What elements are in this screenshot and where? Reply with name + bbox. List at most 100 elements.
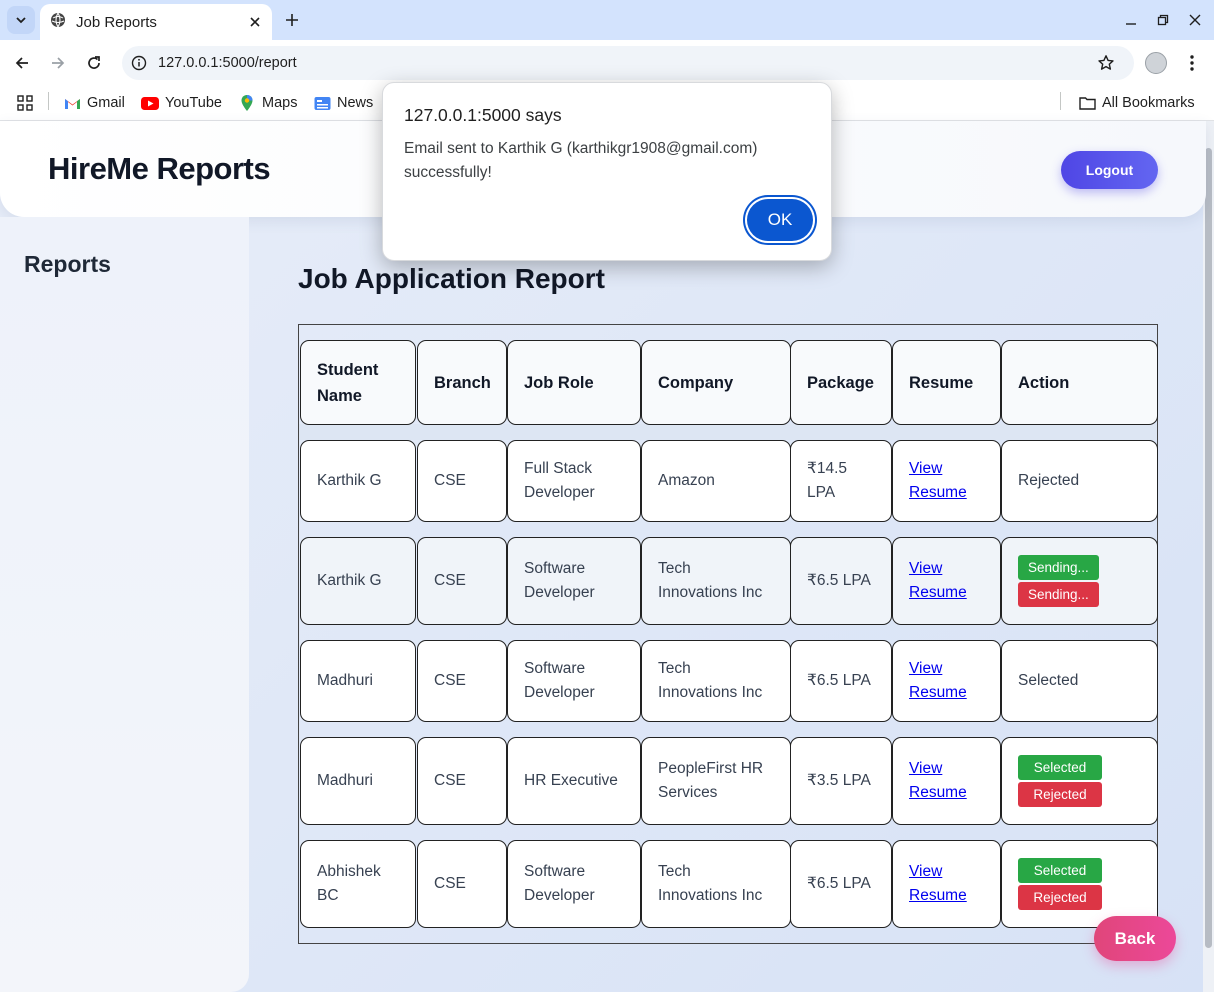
table-cell-company: Tech Innovations Inc	[641, 640, 791, 722]
gmail-icon	[63, 94, 81, 112]
globe-icon	[50, 12, 66, 33]
view-resume-link[interactable]: View Resume	[909, 557, 984, 605]
youtube-icon	[141, 94, 159, 112]
forward-arrow-icon[interactable]	[46, 51, 70, 75]
reject-button[interactable]: Rejected	[1018, 885, 1102, 910]
site-info-icon[interactable]	[130, 54, 148, 72]
back-button[interactable]: Back	[1094, 916, 1176, 961]
view-resume-link[interactable]: View Resume	[909, 457, 984, 505]
profile-avatar[interactable]	[1145, 52, 1167, 74]
all-bookmarks[interactable]: All Bookmarks	[1078, 90, 1195, 116]
bookmark-label: Maps	[262, 95, 298, 111]
sending-button[interactable]: Sending...	[1018, 555, 1099, 580]
table-cell-job-role: HR Executive	[507, 737, 641, 825]
news-icon	[313, 94, 331, 112]
table-cell-package: ₹6.5 LPA	[790, 640, 892, 722]
bookmark-label: Gmail	[87, 95, 125, 111]
alert-dialog: 127.0.0.1:5000 says Email sent to Karthi…	[382, 82, 832, 261]
table-cell-student-name: Abhishek BC	[300, 840, 416, 928]
status-text: Selected	[1018, 672, 1079, 689]
column-header-package: Package	[790, 340, 892, 425]
tab-title: Job Reports	[76, 13, 157, 31]
bookmark-gmail[interactable]: Gmail	[63, 90, 125, 116]
apps-grid-icon[interactable]	[16, 90, 34, 116]
table-cell-action: Selected Rejected	[1001, 737, 1158, 825]
table-cell-resume: View Resume	[892, 840, 1001, 928]
table-cell-package: ₹3.5 LPA	[790, 737, 892, 825]
table-cell-package: ₹6.5 LPA	[790, 840, 892, 928]
table-cell-job-role: Full Stack Developer	[507, 440, 641, 522]
back-arrow-icon[interactable]	[10, 51, 34, 75]
new-tab-icon[interactable]	[281, 9, 303, 31]
table-cell-action: Rejected	[1001, 440, 1158, 522]
table-cell-action: Selected Rejected	[1001, 840, 1158, 928]
column-header-resume: Resume	[892, 340, 1001, 425]
reject-button[interactable]: Rejected	[1018, 782, 1102, 807]
sidebar: Reports	[0, 217, 249, 992]
bookmark-star-icon[interactable]	[1096, 53, 1116, 73]
bookmark-label: YouTube	[165, 95, 222, 111]
divider	[1060, 92, 1061, 110]
tab-search-chevron-icon[interactable]	[7, 6, 35, 34]
scrollbar-thumb[interactable]	[1205, 148, 1212, 948]
table-cell-branch: CSE	[417, 440, 507, 522]
reload-icon[interactable]	[82, 51, 106, 75]
dialog-title: 127.0.0.1:5000 says	[404, 105, 562, 125]
maps-pin-icon	[238, 94, 256, 112]
table-cell-action: Sending... Sending...	[1001, 537, 1158, 625]
browser-tab[interactable]: Job Reports	[40, 4, 272, 40]
table-cell-student-name: Madhuri	[300, 640, 416, 722]
close-tab-icon[interactable]	[246, 13, 264, 31]
select-button[interactable]: Selected	[1018, 755, 1102, 780]
table-cell-resume: View Resume	[892, 640, 1001, 722]
view-resume-link[interactable]: View Resume	[909, 860, 984, 908]
table-cell-job-role: Software Developer	[507, 840, 641, 928]
report-table: Student Name Branch Job Role Company Pac…	[298, 324, 1158, 944]
table-cell-package: ₹14.5 LPA	[790, 440, 892, 522]
dialog-message: Email sent to Karthik G (karthikgr1908@g…	[404, 140, 758, 181]
column-header-student-name: Student Name	[300, 340, 416, 425]
table-cell-action: Selected	[1001, 640, 1158, 722]
table-cell-resume: View Resume	[892, 537, 1001, 625]
page-title: Job Application Report	[298, 263, 605, 294]
bookmark-youtube[interactable]: YouTube	[141, 90, 222, 116]
column-header-job-role: Job Role	[507, 340, 641, 425]
table-cell-job-role: Software Developer	[507, 537, 641, 625]
url-text[interactable]: 127.0.0.1:5000/report	[158, 55, 1096, 71]
ok-button[interactable]: OK	[745, 197, 815, 243]
status-text: Rejected	[1018, 472, 1080, 489]
menu-kebab-icon[interactable]	[1182, 52, 1202, 74]
restore-icon[interactable]	[1153, 10, 1173, 30]
table-cell-student-name: Karthik G	[300, 440, 416, 522]
bookmark-label: News	[337, 95, 374, 111]
column-header-action: Action	[1001, 340, 1158, 425]
tab-strip: Job Reports	[0, 0, 1214, 40]
column-header-company: Company	[641, 340, 791, 425]
address-bar[interactable]: 127.0.0.1:5000/report	[122, 46, 1134, 80]
view-resume-link[interactable]: View Resume	[909, 757, 984, 805]
minimize-icon[interactable]	[1121, 10, 1141, 30]
close-window-icon[interactable]	[1185, 10, 1205, 30]
table-cell-branch: CSE	[417, 640, 507, 722]
select-button[interactable]: Selected	[1018, 858, 1102, 883]
browser-toolbar: 127.0.0.1:5000/report	[0, 40, 1214, 86]
table-cell-resume: View Resume	[892, 440, 1001, 522]
table-cell-package: ₹6.5 LPA	[790, 537, 892, 625]
sending-button[interactable]: Sending...	[1018, 582, 1099, 607]
column-header-branch: Branch	[417, 340, 507, 425]
bookmark-news[interactable]: News	[313, 90, 373, 116]
table-cell-job-role: Software Developer	[507, 640, 641, 722]
view-resume-link[interactable]: View Resume	[909, 657, 984, 705]
header-separator	[299, 424, 1157, 440]
sidebar-title: Reports	[24, 251, 111, 277]
table-cell-branch: CSE	[417, 737, 507, 825]
table-cell-company: Amazon	[641, 440, 791, 522]
table-cell-student-name: Madhuri	[300, 737, 416, 825]
brand-title: HireMe Reports	[48, 151, 271, 186]
bookmark-maps[interactable]: Maps	[238, 90, 297, 116]
table-cell-resume: View Resume	[892, 737, 1001, 825]
table-cell-branch: CSE	[417, 537, 507, 625]
table-cell-student-name: Karthik G	[300, 537, 416, 625]
table-cell-company: Tech Innovations Inc	[641, 537, 791, 625]
logout-button[interactable]: Logout	[1061, 151, 1158, 189]
